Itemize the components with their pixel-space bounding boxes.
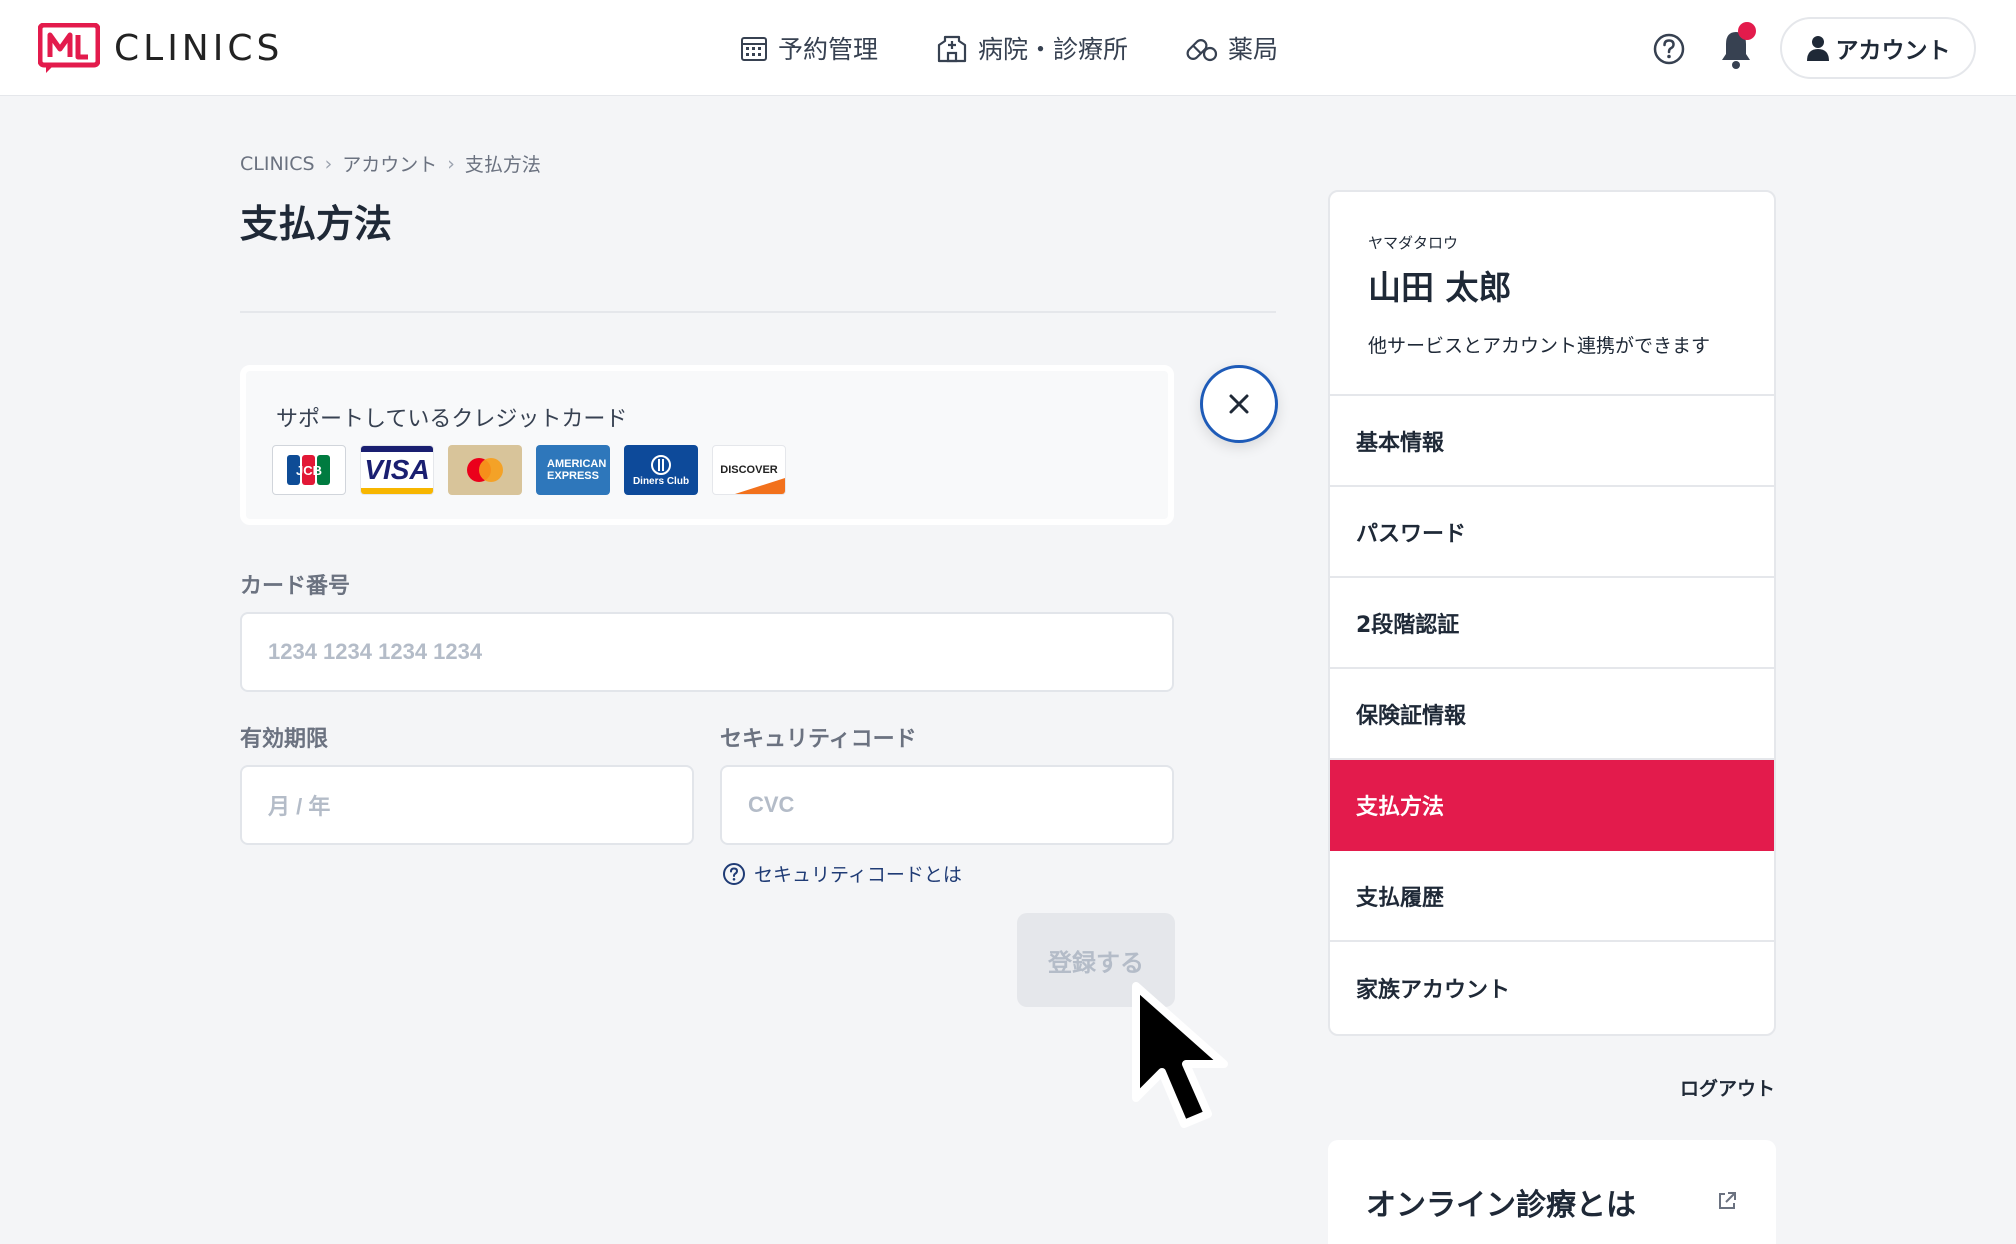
card-brand-list: JCB VISA AMERICAN EXPRESS Diners Club DI… bbox=[272, 445, 800, 495]
jcb-logo-icon: JCB bbox=[272, 445, 346, 495]
sidebar-item-password[interactable]: パスワード bbox=[1330, 487, 1774, 578]
user-icon bbox=[1806, 36, 1829, 61]
nav-pharmacy-label: 薬局 bbox=[1228, 35, 1279, 64]
sidebar-item-payment-method[interactable]: 支払方法 bbox=[1330, 760, 1774, 851]
cvc-help-link[interactable]: セキュリティコードとは bbox=[722, 860, 962, 887]
help-icon[interactable] bbox=[1652, 32, 1686, 66]
sidebar-item-insurance[interactable]: 保険証情報 bbox=[1330, 669, 1774, 760]
profile-section: ヤマダタロウ 山田 太郎 他サービスとアカウント連携ができます bbox=[1330, 192, 1774, 396]
user-name-kana: ヤマダタロウ bbox=[1368, 234, 1459, 252]
external-link-icon bbox=[1719, 1192, 1736, 1209]
nav-reservations[interactable]: 予約管理 bbox=[740, 26, 878, 70]
svg-text:JCB: JCB bbox=[296, 463, 322, 478]
cvc-input[interactable]: CVC bbox=[720, 765, 1174, 845]
sidebar-item-family-account[interactable]: 家族アカウント bbox=[1330, 942, 1774, 1033]
expiry-label: 有効期限 bbox=[240, 727, 329, 752]
help-circle-icon bbox=[723, 862, 745, 885]
breadcrumb-current: 支払方法 bbox=[464, 154, 541, 176]
mastercard-logo-icon bbox=[448, 445, 522, 495]
close-icon bbox=[1229, 394, 1249, 414]
pill-icon bbox=[1186, 39, 1218, 62]
top-header: CLINICS 予約管理 病院・診療所 薬局 アカウント bbox=[0, 0, 2016, 96]
breadcrumb-separator-icon: › bbox=[324, 152, 333, 175]
sidebar-item-two-factor[interactable]: 2段階認証 bbox=[1330, 578, 1774, 669]
page-title: 支払方法 bbox=[240, 202, 393, 246]
sidebar-item-payment-history[interactable]: 支払履歴 bbox=[1330, 851, 1774, 942]
hospital-icon bbox=[937, 35, 967, 63]
notification-dot bbox=[1738, 22, 1756, 40]
nav-hospitals[interactable]: 病院・診療所 bbox=[936, 26, 1128, 70]
card-number-label: カード番号 bbox=[240, 574, 351, 599]
title-divider bbox=[240, 311, 1276, 313]
online-consultation-card[interactable]: オンライン診療とは bbox=[1328, 1140, 1776, 1244]
user-name: 山田 太郎 bbox=[1368, 268, 1512, 307]
account-sidebar: ヤマダタロウ 山田 太郎 他サービスとアカウント連携ができます 基本情報 パスワ… bbox=[1328, 190, 1776, 1036]
nav-hospitals-label: 病院・診療所 bbox=[978, 35, 1129, 64]
breadcrumb-separator-icon: › bbox=[447, 152, 455, 175]
nav-pharmacy[interactable]: 薬局 bbox=[1184, 26, 1278, 70]
sidebar-item-basic-info[interactable]: 基本情報 bbox=[1330, 396, 1774, 487]
breadcrumb-home[interactable]: CLINICS bbox=[240, 153, 315, 175]
mouse-cursor-icon bbox=[1132, 982, 1228, 1128]
card-number-input[interactable]: 1234 1234 1234 1234 bbox=[240, 612, 1174, 692]
visa-logo-icon: VISA bbox=[360, 445, 434, 495]
promo-title: オンライン診療とは bbox=[1366, 1188, 1636, 1223]
cvc-label: セキュリティコード bbox=[720, 727, 917, 752]
clinics-logo-mark-icon bbox=[38, 23, 100, 73]
cvc-help-label: セキュリティコードとは bbox=[754, 864, 962, 886]
brand-name: CLINICS bbox=[114, 27, 284, 69]
supported-cards-panel: サポートしているクレジットカード JCB VISA AMERICAN EXPRE… bbox=[240, 365, 1174, 525]
account-link-note[interactable]: 他サービスとアカウント連携ができます bbox=[1368, 331, 1736, 358]
diners-logo-icon: Diners Club bbox=[624, 445, 698, 495]
expiry-input[interactable]: 月 / 年 bbox=[240, 765, 694, 845]
nav-reservations-label: 予約管理 bbox=[778, 35, 879, 64]
clinics-logo[interactable]: CLINICS bbox=[38, 22, 283, 74]
amex-logo-icon: AMERICAN EXPRESS bbox=[536, 445, 610, 495]
account-button-label: アカウント bbox=[1835, 38, 1951, 64]
calendar-icon bbox=[741, 37, 767, 61]
close-button[interactable] bbox=[1200, 365, 1278, 443]
discover-logo-icon: DISCOVER bbox=[712, 445, 786, 495]
breadcrumb-account[interactable]: アカウント bbox=[342, 150, 437, 177]
supported-cards-label: サポートしているクレジットカード bbox=[276, 407, 628, 432]
logout-link[interactable]: ログアウト bbox=[1680, 1074, 1775, 1101]
breadcrumb: CLINICS › アカウント › 支払方法 bbox=[240, 150, 541, 177]
account-button[interactable]: アカウント bbox=[1780, 17, 1976, 79]
